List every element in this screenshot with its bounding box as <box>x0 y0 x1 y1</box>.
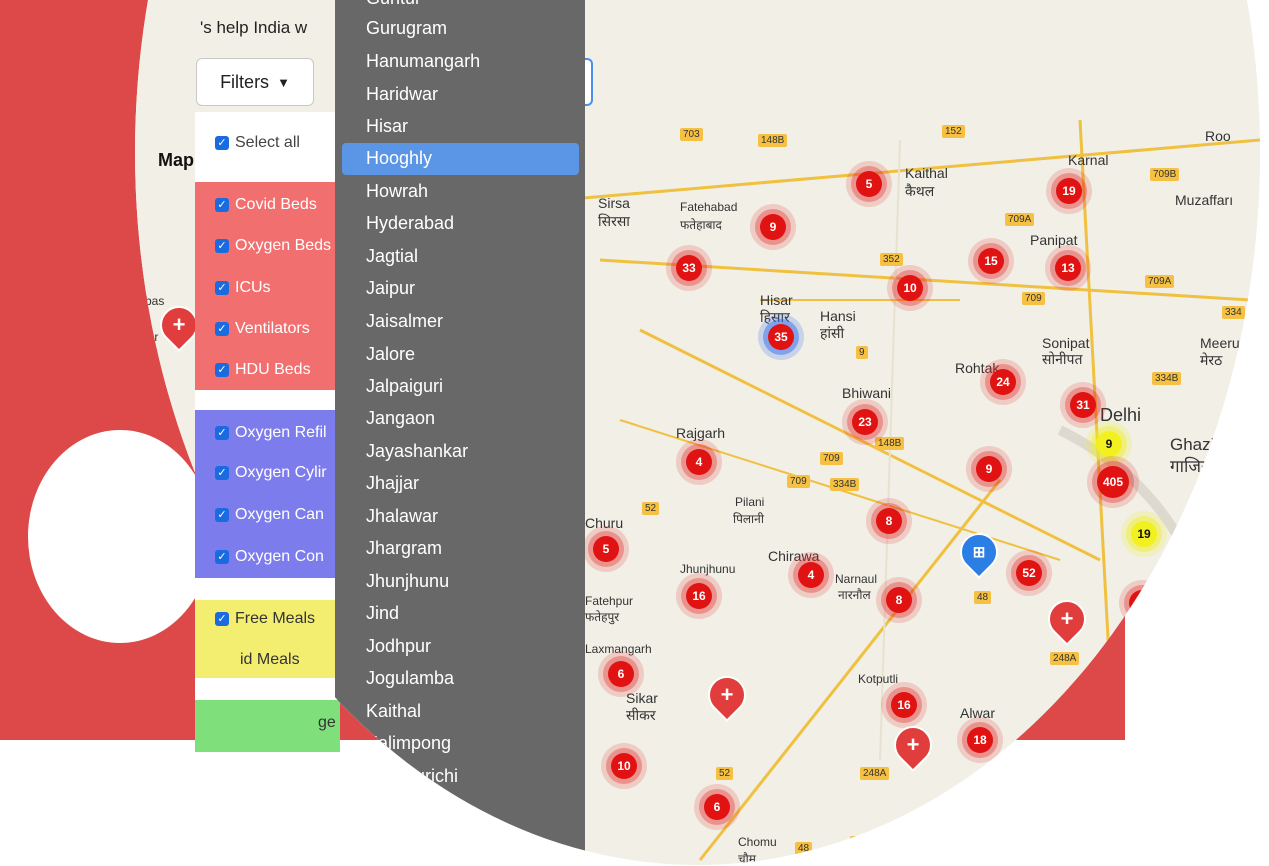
dropdown-option[interactable]: Jalpaiguri <box>366 376 443 397</box>
dropdown-option[interactable]: Kaithal <box>366 701 421 722</box>
dropdown-option[interactable]: Jind <box>366 603 399 624</box>
dropdown-option[interactable]: Jhunjhunu <box>366 571 449 592</box>
dropdown-option[interactable]: Jangaon <box>366 408 435 429</box>
dropdown-option[interactable]: Jhargram <box>366 538 442 559</box>
dropdown-option[interactable]: Gurugram <box>366 18 447 39</box>
dropdown-mask: Guntur Gurugram Hanumangarh Haridwar His… <box>135 0 1260 865</box>
dropdown-option[interactable]: Jaipur <box>366 278 415 299</box>
dropdown-option[interactable]: Hisar <box>366 116 408 137</box>
dropdown-option[interactable]: Jagtial <box>366 246 418 267</box>
dropdown-option[interactable]: Kalimpong <box>366 733 451 754</box>
dropdown-option[interactable]: Kallakurichi <box>366 766 458 787</box>
dropdown-option[interactable]: ddy <box>410 798 439 819</box>
dropdown-option[interactable]: Hanumangarh <box>366 51 480 72</box>
dropdown-option[interactable]: Howrah <box>366 181 428 202</box>
dropdown-option[interactable]: Jhalawar <box>366 506 438 527</box>
dropdown-option[interactable]: Jayashankar <box>366 441 468 462</box>
dropdown-option-selected[interactable]: Hooghly <box>366 148 432 169</box>
dropdown-option[interactable]: Jalore <box>366 344 415 365</box>
dropdown-option[interactable]: Hyderabad <box>366 213 454 234</box>
dropdown-option[interactable]: Haridwar <box>366 84 438 105</box>
dropdown-option[interactable]: Jaisalmer <box>366 311 443 332</box>
dropdown-option[interactable]: Guntur <box>366 0 421 9</box>
dropdown-option[interactable]: Jhajjar <box>366 473 419 494</box>
dropdown-option[interactable]: Jodhpur <box>366 636 431 657</box>
dropdown-option[interactable]: Jogulamba <box>366 668 454 689</box>
